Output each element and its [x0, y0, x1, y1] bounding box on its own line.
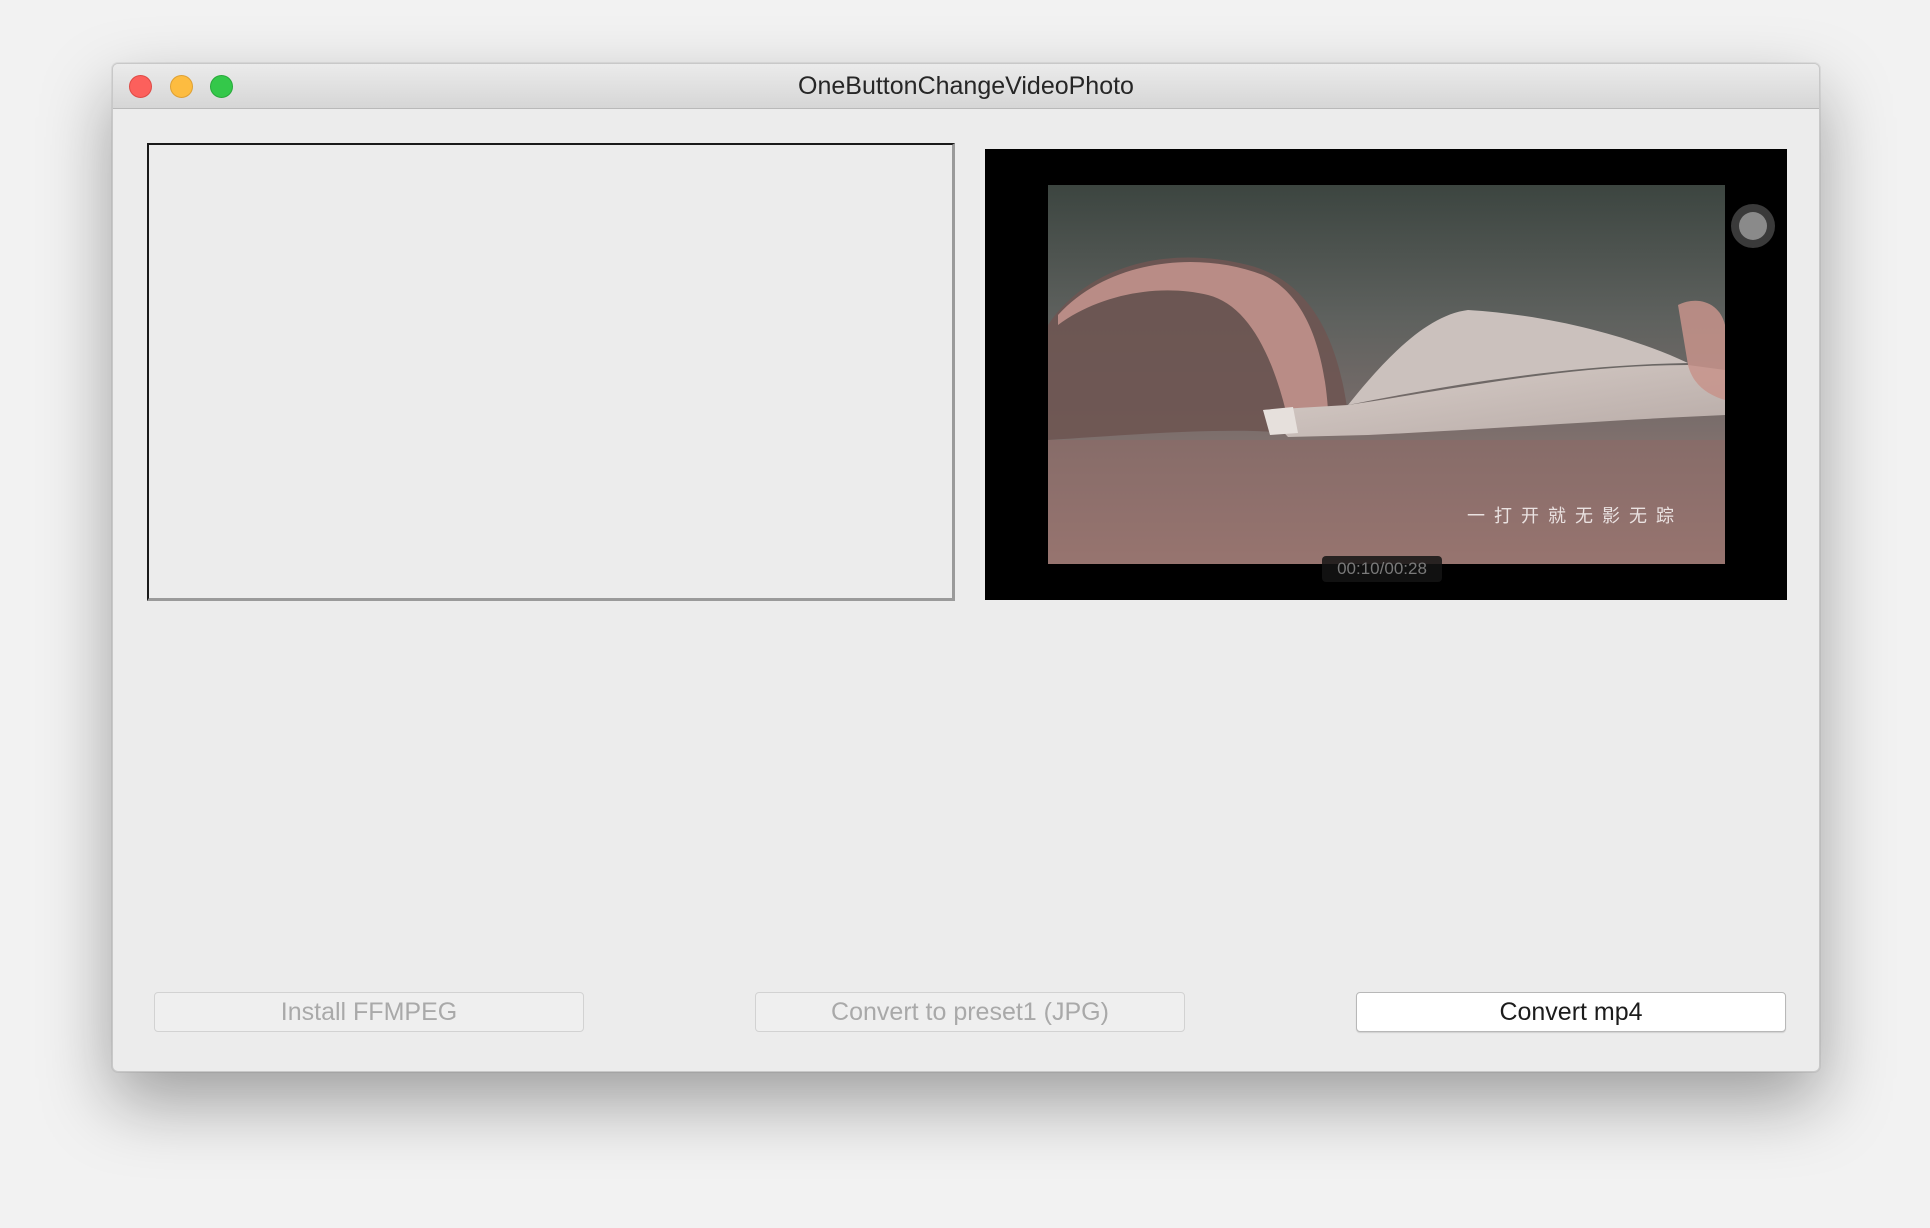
video-timecode: 00:10/00:28: [1322, 556, 1442, 582]
convert-mp4-button[interactable]: Convert mp4: [1356, 992, 1786, 1032]
video-frame: 一打开就无影无踪: [1048, 185, 1725, 564]
title-bar[interactable]: OneButtonChangeVideoPhoto: [113, 64, 1819, 109]
video-subtitle: 一打开就无影无踪: [1467, 506, 1683, 527]
video-preview[interactable]: 一打开就无影无踪 00:10/00:28: [985, 149, 1787, 600]
record-dot-icon[interactable]: [1731, 204, 1775, 248]
window-title: OneButtonChangeVideoPhoto: [798, 72, 1134, 100]
app-window: OneButtonChangeVideoPhoto 一打开就无影无踪 00:10…: [112, 63, 1820, 1072]
convert-preset1-button[interactable]: Convert to preset1 (JPG): [755, 992, 1185, 1032]
install-ffmpeg-button[interactable]: Install FFMPEG: [154, 992, 584, 1032]
file-drop-area[interactable]: [147, 143, 955, 601]
